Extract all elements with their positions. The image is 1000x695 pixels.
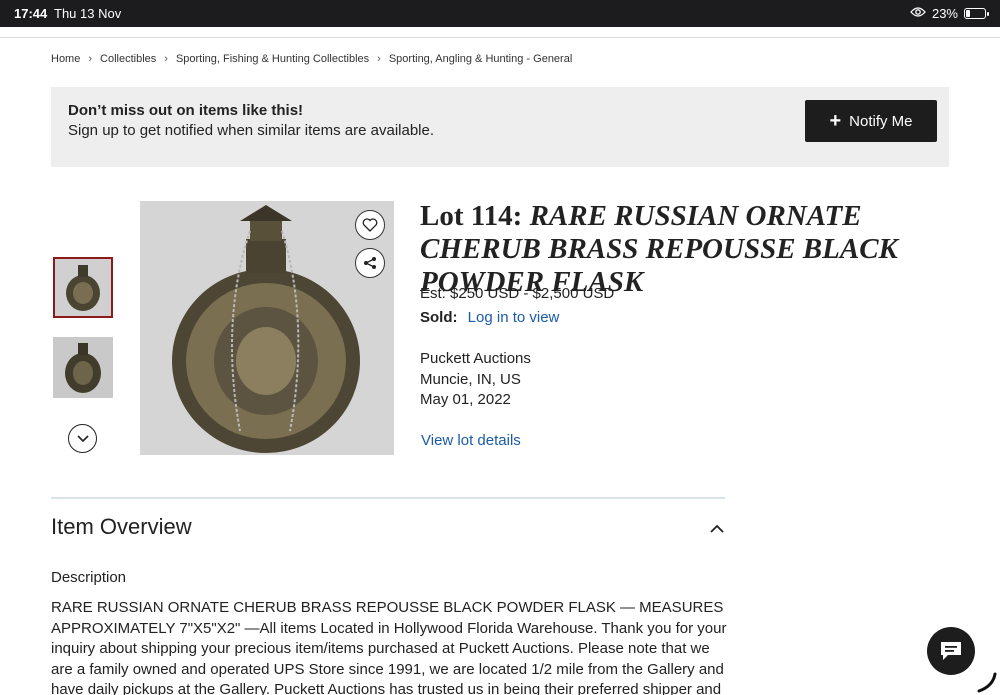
item-overview-title[interactable]: Item Overview	[51, 514, 192, 540]
battery-icon	[964, 8, 989, 19]
breadcrumb-sporting-angling-hunting[interactable]: Sporting, Angling & Hunting - General	[389, 53, 572, 65]
thumbnails-scroll-down-button[interactable]	[68, 424, 97, 453]
header-divider	[0, 37, 1000, 38]
home-indicator-arc-icon	[977, 672, 997, 693]
notify-me-button[interactable]: + Notify Me	[805, 100, 937, 142]
chevron-right-icon: ›	[88, 53, 93, 65]
status-time: 17:44	[14, 6, 48, 21]
chat-bubble-icon	[941, 642, 961, 660]
share-icon	[364, 257, 376, 269]
plus-icon: +	[829, 110, 842, 132]
sold-label: Sold:	[420, 309, 458, 326]
sold-row: Sold: Log in to view	[420, 309, 559, 326]
powder-flask-image	[140, 201, 394, 455]
estimate-text: Est: $250 USD - $2,500 USD	[420, 285, 615, 302]
lot-number: Lot 114:	[420, 200, 523, 232]
view-lot-details-link[interactable]: View lot details	[421, 432, 521, 449]
chevron-up-icon	[710, 524, 724, 533]
chevron-right-icon: ›	[377, 53, 381, 65]
auction-date: May 01, 2022	[420, 391, 511, 408]
share-button[interactable]	[355, 248, 385, 278]
notify-subtitle: Sign up to get notified when similar ite…	[68, 122, 435, 139]
thumbnail-1[interactable]	[53, 257, 113, 318]
thumbnail-2[interactable]	[53, 337, 113, 398]
notify-me-label: Notify Me	[849, 112, 913, 130]
heart-icon	[362, 218, 378, 232]
status-date: Thu 13 Nov	[54, 6, 122, 21]
main-product-image[interactable]	[140, 201, 394, 455]
auction-house-info: Puckett Auctions Muncie, IN, US May 01, …	[420, 349, 531, 411]
status-bar: 17:44 Thu 13 Nov 23%	[0, 0, 1000, 27]
auction-house-name[interactable]: Puckett Auctions	[420, 349, 531, 370]
status-right: 23%	[910, 6, 989, 21]
chevron-right-icon: ›	[164, 53, 168, 65]
favorite-button[interactable]	[355, 210, 385, 240]
notify-banner: Don’t miss out on items like this! Sign …	[51, 87, 949, 167]
chevron-down-icon	[76, 434, 89, 442]
breadcrumb-sporting-fishing-hunting[interactable]: Sporting, Fishing & Hunting Collectibles	[176, 53, 369, 65]
login-to-view-link[interactable]: Log in to view	[468, 309, 560, 326]
battery-percent: 23%	[931, 6, 958, 21]
section-divider	[51, 497, 725, 499]
breadcrumb: Home › Collectibles › Sporting, Fishing …	[51, 53, 572, 65]
notify-title: Don’t miss out on items like this!	[68, 102, 304, 119]
chat-button[interactable]	[927, 627, 975, 675]
overview-collapse-button[interactable]	[710, 520, 724, 538]
breadcrumb-home[interactable]: Home	[51, 53, 80, 65]
auction-location: Muncie, IN, US	[420, 370, 521, 388]
battery-fill	[966, 10, 970, 17]
description-label: Description	[51, 569, 127, 586]
breadcrumb-collectibles[interactable]: Collectibles	[100, 53, 156, 65]
description-text: RARE RUSSIAN ORNATE CHERUB BRASS REPOUSS…	[51, 599, 727, 695]
eye-icon	[910, 6, 926, 21]
